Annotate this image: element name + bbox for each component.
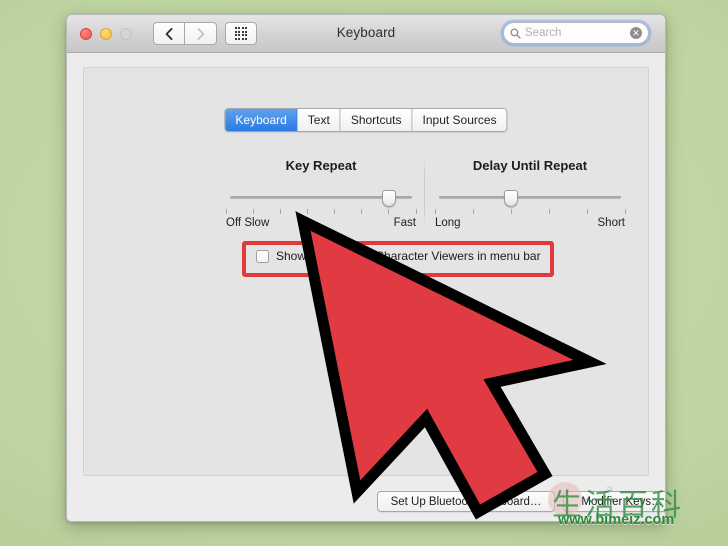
slider-tick: [252, 209, 254, 214]
chevron-left-icon: [165, 27, 173, 40]
window-titlebar: Keyboard ✕: [67, 15, 665, 53]
slider-tick: [624, 209, 626, 214]
slider-tick: [415, 209, 417, 214]
slider-tick: [361, 209, 363, 214]
slider-tick: [510, 209, 512, 214]
key-repeat-title: Key Repeat: [285, 158, 357, 173]
slider-tick: [586, 209, 588, 214]
close-button[interactable]: [80, 28, 92, 40]
modifier-keys-button[interactable]: Modifier Keys…: [563, 491, 665, 512]
key-repeat-low-label: Off Slow: [226, 217, 270, 229]
show-viewers-checkbox[interactable]: [256, 249, 269, 263]
key-repeat-slider[interactable]: [226, 190, 416, 207]
delay-until-repeat-title: Delay Until Repeat: [472, 158, 588, 173]
clear-search-icon[interactable]: ✕: [630, 27, 642, 39]
show-viewers-checkbox-row[interactable]: Show Keyboard & Character Viewers in men…: [256, 249, 541, 263]
forward-button: [185, 22, 217, 45]
delay-until-repeat-high-label: Short: [597, 217, 626, 229]
delay-until-repeat-slider[interactable]: [435, 190, 625, 207]
slider-tick: [306, 209, 308, 214]
keyboard-preferences-window: Keyboard ✕ Keyboard Text Shortcuts Input…: [66, 14, 666, 522]
slider-tick: [434, 209, 436, 214]
slider-tick: [548, 209, 550, 214]
slider-divider: [424, 159, 425, 225]
window-content: Keyboard Text Shortcuts Input Sources Ke…: [67, 53, 665, 521]
search-input[interactable]: [525, 27, 630, 39]
delay-until-repeat-track: [439, 196, 621, 199]
grid-view-icon: [234, 27, 248, 40]
tab-input-sources[interactable]: Input Sources: [412, 109, 507, 131]
delay-until-repeat-ticks: [434, 207, 626, 216]
tab-bar: Keyboard Text Shortcuts Input Sources: [224, 108, 508, 132]
show-viewers-label: Show Keyboard & Character Viewers in men…: [276, 249, 541, 263]
chevron-right-icon: [197, 27, 204, 40]
key-repeat-labels: Off Slow Fast: [226, 217, 416, 231]
tab-keyboard[interactable]: Keyboard: [225, 109, 298, 131]
tab-text[interactable]: Text: [297, 109, 341, 131]
search-field[interactable]: ✕: [503, 22, 649, 44]
delay-until-repeat-labels: Long Short: [435, 217, 625, 231]
back-button[interactable]: [153, 22, 185, 45]
key-repeat-thumb[interactable]: [381, 190, 396, 207]
show-all-preferences-button[interactable]: [225, 22, 257, 45]
slider-tick: [388, 209, 390, 214]
key-repeat-ticks: [225, 207, 417, 216]
slider-tick: [279, 209, 281, 214]
delay-until-repeat-group: Delay Until Repeat Long Short: [434, 158, 626, 231]
slider-tick: [334, 209, 336, 214]
delay-until-repeat-low-label: Long: [435, 217, 461, 229]
slider-tick: [225, 209, 227, 214]
search-icon: [510, 27, 521, 39]
key-repeat-high-label: Fast: [393, 217, 416, 229]
delay-until-repeat-thumb[interactable]: [504, 190, 518, 207]
slider-tick: [472, 209, 474, 214]
tab-shortcuts[interactable]: Shortcuts: [340, 109, 413, 131]
minimize-button[interactable]: [100, 28, 112, 40]
navigation-buttons: [153, 22, 217, 45]
set-up-bluetooth-keyboard-button[interactable]: Set Up Bluetooth Keyboard…: [377, 491, 555, 512]
zoom-button: [120, 28, 132, 40]
key-repeat-group: Key Repeat Off Slow Fast: [225, 158, 417, 231]
